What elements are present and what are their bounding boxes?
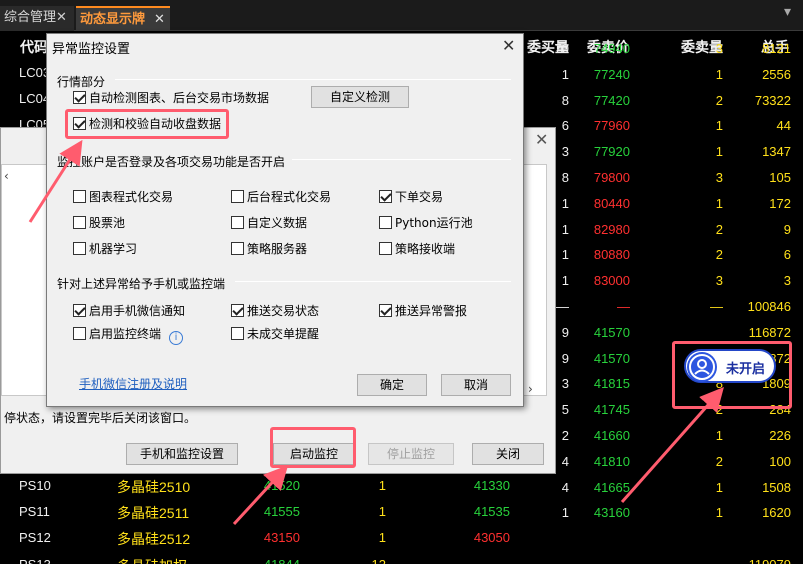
status-badge[interactable]: 未开启 [684, 349, 776, 383]
arrow-to-status-badge [620, 387, 724, 503]
user-icon [687, 352, 717, 382]
arrow-to-verify-checkbox [28, 139, 83, 223]
badge-label: 未开启 [726, 362, 766, 377]
arrow-to-start-button [232, 465, 289, 526]
annotation-arrows [28, 139, 724, 526]
